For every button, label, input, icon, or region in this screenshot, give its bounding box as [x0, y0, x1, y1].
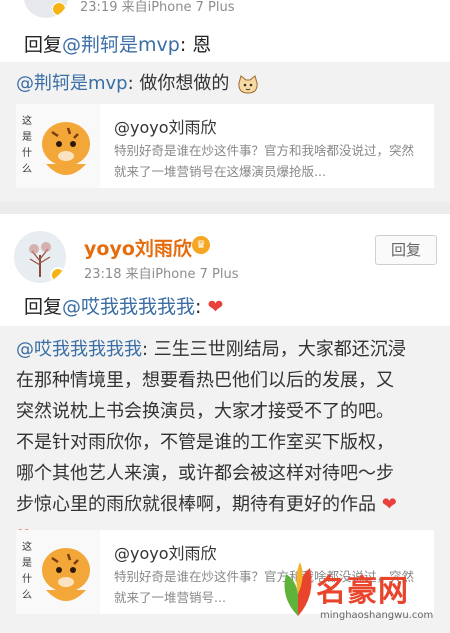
watermark-title: 名豪网 — [316, 574, 409, 609]
mention-link[interactable]: @哎我我我我我 — [16, 339, 142, 360]
tiger-sticker-thumbnail: 这 是 什 么 — [16, 104, 100, 188]
reply-text: 回复@哎我我我我我: ❤ — [24, 292, 223, 319]
leaf-logo-icon — [284, 562, 312, 616]
reply-prefix: 回复 — [24, 34, 63, 56]
heart-icon: ❤ — [376, 494, 397, 515]
post-meta: 23:18 来自iPhone 7 Plus — [84, 267, 239, 282]
weibo-card[interactable]: 这 是 什 么 @yoyo刘雨欣 特别好奇是谁在炒这件事？官方和我啥都没说过，突… — [16, 104, 434, 188]
quote-text: @荆轲是mvp: 做你想做的 — [16, 68, 259, 99]
mention-link[interactable]: @荆轲是mvp — [16, 73, 128, 94]
card-title: @yoyo刘雨欣 — [114, 544, 217, 563]
card-title: @yoyo刘雨欣 — [114, 118, 217, 137]
tiger-sticker-thumbnail: 这 是 什 么 — [16, 530, 100, 614]
svg-text:么: 么 — [22, 163, 32, 175]
quote-body: : 三生三世刚结局，大家都还沉浸 — [142, 339, 406, 360]
svg-text:什: 什 — [22, 573, 32, 585]
svg-text:什: 什 — [22, 147, 32, 159]
svg-text:么: 么 — [22, 589, 32, 601]
quote-body: : 做你想做的 — [127, 73, 230, 94]
comment-post-1: 23:19 来自iPhone 7 Plus 回复@荆轲是mvp: 恩 @荆轲是m… — [0, 0, 450, 202]
quote-line-3: 突然说枕上书会换演员，大家才接受不了的吧。 — [16, 401, 394, 422]
quote-line-4: 不是针对雨欣你，不管是谁的工作室买下版权， — [16, 432, 394, 453]
quoted-comment[interactable]: @荆轲是mvp: 做你想做的 这 是 什 么 @yoyo刘雨欣 特别好奇是谁在炒… — [0, 62, 450, 202]
reply-body: : — [195, 296, 202, 318]
reply-text: 回复@荆轲是mvp: 恩 — [24, 30, 211, 57]
mention-link[interactable]: @荆轲是mvp — [62, 34, 180, 56]
verified-badge-icon — [52, 2, 66, 16]
card-description: 特别好奇是谁在炒这件事？官方和我啥都没说过，突然就来了一堆营销号在这爆演员爆抢版… — [114, 143, 415, 179]
svg-text:这: 这 — [22, 114, 32, 127]
reply-prefix: 回复 — [24, 296, 63, 318]
svg-text:这: 这 — [22, 540, 32, 553]
quote-line-1: @哎我我我我我: 三生三世刚结局，大家都还沉浸 — [16, 334, 406, 365]
watermark-logo: 名豪网 minghaoshangwu.com — [276, 548, 448, 630]
avatar[interactable] — [24, 0, 68, 18]
post-meta: 23:19 来自iPhone 7 Plus — [80, 0, 235, 15]
quote-body: 步惊心里的雨欣就很棒啊，期待有更好的作品 — [16, 494, 376, 515]
username[interactable]: yoyo刘雨欣 — [84, 234, 192, 261]
watermark-url: minghaoshangwu.com — [320, 610, 434, 621]
svg-text:是: 是 — [22, 557, 32, 569]
avatar[interactable] — [14, 231, 66, 283]
quote-line-6: 步惊心里的雨欣就很棒啊，期待有更好的作品 ❤ — [16, 489, 397, 520]
quote-line-5: 哪个其他艺人来演，或许都会被这样对待吧～步 — [16, 463, 394, 484]
heart-icon: ❤ — [207, 296, 224, 318]
post-divider — [0, 202, 450, 214]
reply-button[interactable]: 回复 — [375, 235, 437, 265]
cat-emoji-icon — [237, 74, 259, 94]
quote-line-2: 在那种情境里，想要看热巴他们以后的发展，又 — [16, 370, 394, 391]
crown-icon: ♛ — [192, 236, 210, 254]
reply-body: : 恩 — [179, 34, 212, 56]
verified-badge-icon — [50, 267, 66, 283]
svg-text:是: 是 — [22, 131, 32, 143]
mention-link[interactable]: @哎我我我我我 — [62, 296, 195, 318]
